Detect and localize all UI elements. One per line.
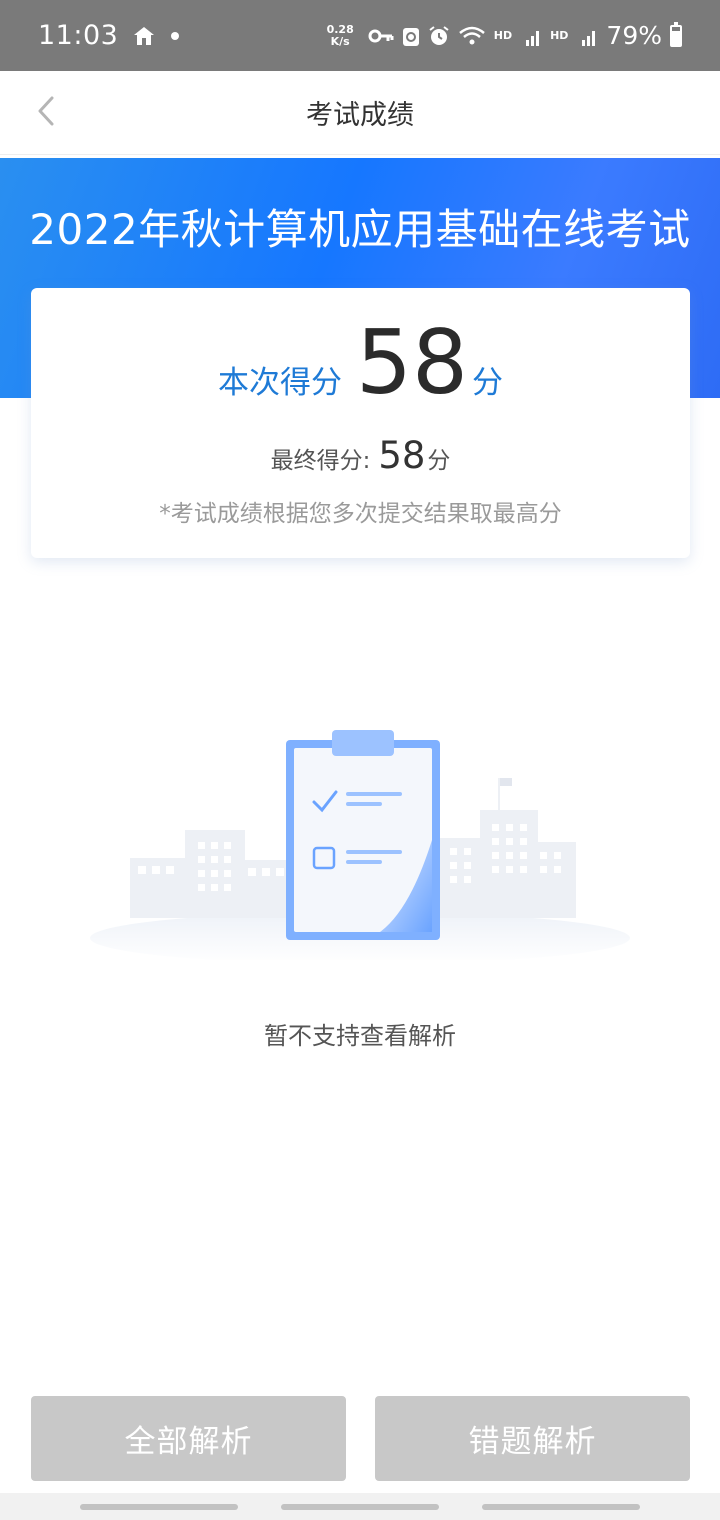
- final-score: 最终得分: 58 分: [31, 434, 690, 477]
- score-card: 本次得分 58 分 最终得分: 58 分 *考试成绩根据您多次提交结果取最高分: [31, 288, 690, 558]
- gesture-line-center[interactable]: [281, 1504, 439, 1510]
- current-score-unit: 分: [471, 365, 503, 401]
- signal-icon: [520, 26, 542, 46]
- final-score-unit: 分: [427, 448, 451, 474]
- wifi-icon: [458, 26, 486, 46]
- key-icon: [368, 28, 394, 44]
- network-label-1: HD: [493, 29, 513, 42]
- back-button[interactable]: [24, 91, 68, 135]
- page-title: 考试成绩: [306, 100, 414, 131]
- alarm-icon: [428, 25, 450, 47]
- empty-state-text: 暂不支持查看解析: [264, 1022, 456, 1050]
- current-score: 本次得分 58 分: [31, 318, 690, 408]
- exam-title: 2022年秋计算机应用基础在线考试: [29, 205, 691, 254]
- recycle-icon: [402, 25, 420, 47]
- status-notification-icons: [132, 25, 180, 47]
- home-icon: [132, 25, 156, 47]
- clipboard-illustration: [80, 720, 640, 964]
- status-time: 11:03: [38, 20, 119, 51]
- exam-result-screen: 11:03 0.28 K/s HD HD 79% 考试成绩 2022年秋计算机应…: [0, 0, 720, 1520]
- current-score-value: 58: [356, 311, 468, 414]
- wrong-analysis-button[interactable]: 错题解析: [375, 1396, 690, 1481]
- battery-percent: 79%: [606, 21, 662, 50]
- final-score-label: 最终得分:: [270, 448, 371, 474]
- final-score-value: 58: [378, 434, 426, 477]
- chevron-left-icon: [35, 94, 57, 132]
- nav-bar: 考试成绩: [0, 71, 720, 155]
- status-system-icons: 0.28 K/s HD HD 79%: [327, 21, 682, 50]
- battery-icon: [670, 21, 682, 47]
- network-speed-unit: K/s: [330, 34, 350, 48]
- network-speed-value: 0.28: [326, 22, 354, 36]
- network-speed: 0.28 K/s: [326, 22, 354, 48]
- gesture-navigation-bar: [0, 1493, 720, 1520]
- current-score-label: 本次得分: [218, 365, 342, 401]
- gesture-line-left[interactable]: [80, 1504, 238, 1510]
- dot-icon: [170, 31, 180, 41]
- network-label-2: HD: [550, 29, 569, 42]
- gesture-line-right[interactable]: [482, 1504, 640, 1510]
- status-bar: 11:03 0.28 K/s HD HD 79%: [0, 0, 720, 71]
- all-analysis-button[interactable]: 全部解析: [31, 1396, 346, 1481]
- score-note: *考试成绩根据您多次提交结果取最高分: [159, 501, 562, 527]
- signal-icon: [576, 26, 598, 46]
